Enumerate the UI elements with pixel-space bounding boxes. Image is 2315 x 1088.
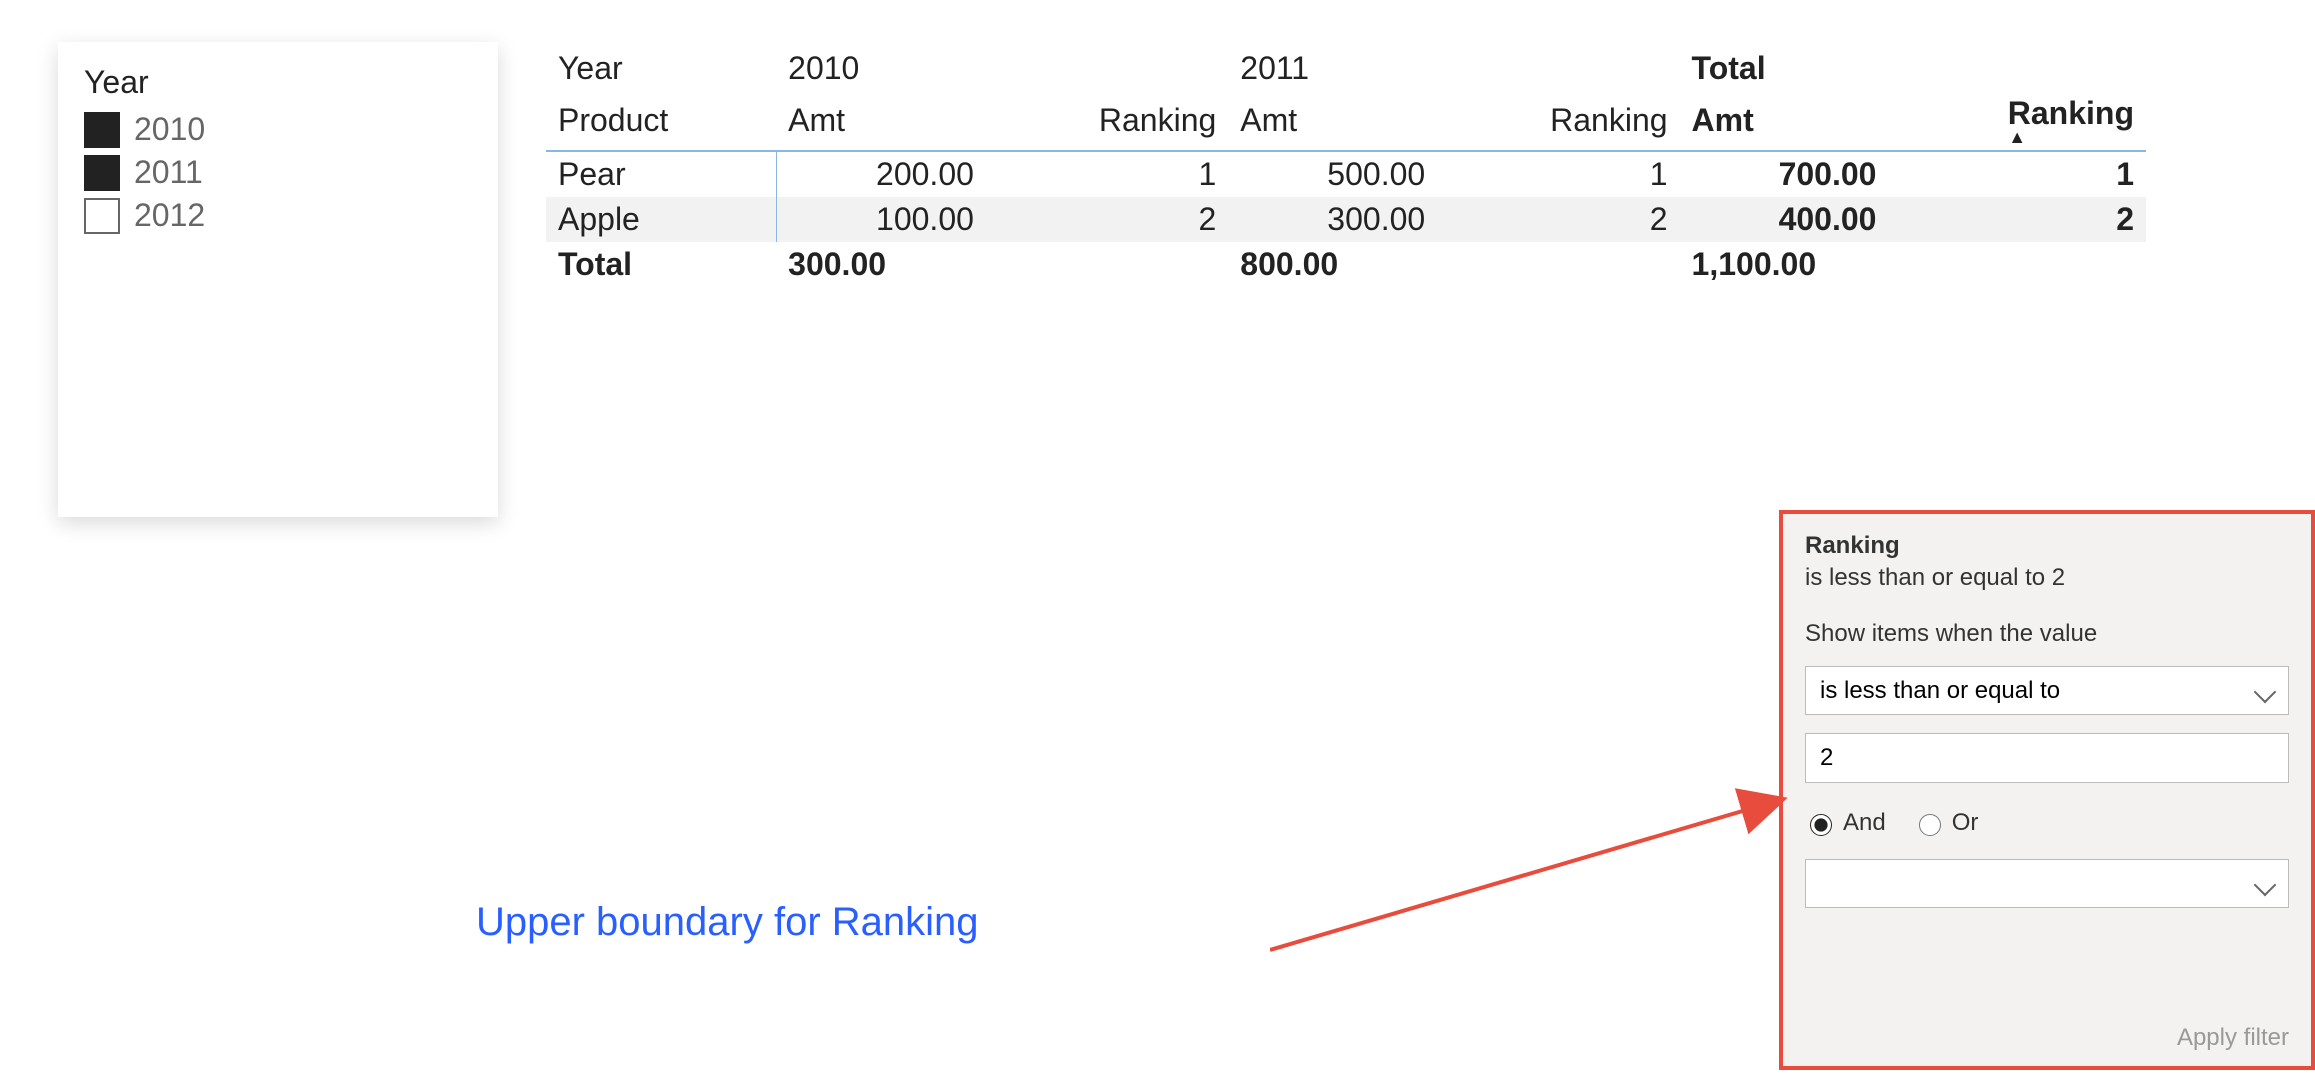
table-row[interactable]: Pear 200.00 1 500.00 1 700.00 1 bbox=[546, 151, 2146, 197]
cell-ranking: 1 bbox=[1437, 151, 1679, 197]
matrix-visual[interactable]: Year 2010 2011 Total Product Amt Ranking… bbox=[546, 46, 2146, 287]
slicer-item-2011[interactable]: 2011 bbox=[84, 154, 472, 191]
filter-logic-or[interactable]: Or bbox=[1914, 809, 1979, 837]
sort-ascending-icon: ▲ bbox=[1900, 132, 2134, 146]
header-year-label: Year bbox=[546, 46, 776, 91]
cell-amt-total: 400.00 bbox=[1680, 197, 1889, 242]
filter-title: Ranking bbox=[1805, 532, 2289, 560]
cell-ranking-total: 2 bbox=[1888, 197, 2146, 242]
filter-summary: is less than or equal to 2 bbox=[1805, 564, 2289, 592]
cell-amt: 800.00 bbox=[1228, 242, 1679, 287]
checkbox-icon bbox=[84, 198, 120, 234]
table-total-row: Total 300.00 800.00 1,100.00 bbox=[546, 242, 2146, 287]
apply-filter-button[interactable]: Apply filter bbox=[2177, 1024, 2289, 1052]
filter-card-ranking: Ranking is less than or equal to 2 Show … bbox=[1779, 510, 2315, 1070]
filter-logic-group: And Or bbox=[1805, 809, 2289, 837]
cell-amt: 500.00 bbox=[1228, 151, 1437, 197]
cell-ranking: 2 bbox=[1437, 197, 1679, 242]
cell-amt-total: 1,100.00 bbox=[1680, 242, 2146, 287]
header-group-2010: 2010 bbox=[776, 46, 1228, 91]
header-group-total: Total bbox=[1680, 46, 2146, 91]
cell-amt-total: 700.00 bbox=[1680, 151, 1889, 197]
filter-logic-and[interactable]: And bbox=[1805, 809, 1886, 837]
cell-total-label: Total bbox=[546, 242, 776, 287]
radio-or-label: Or bbox=[1952, 809, 1979, 837]
header-group-2011: 2011 bbox=[1228, 46, 1679, 91]
cell-amt: 200.00 bbox=[776, 151, 986, 197]
header-ranking-2010[interactable]: Ranking bbox=[986, 91, 1228, 151]
checkbox-icon bbox=[84, 112, 120, 148]
cell-amt: 300.00 bbox=[1228, 197, 1437, 242]
annotation-arrow-icon bbox=[1270, 780, 1830, 1000]
cell-product: Pear bbox=[546, 151, 776, 197]
header-ranking-2011[interactable]: Ranking bbox=[1437, 91, 1679, 151]
cell-amt: 300.00 bbox=[776, 242, 1228, 287]
header-ranking-total-label: Ranking bbox=[2008, 95, 2134, 131]
header-amt-total[interactable]: Amt bbox=[1680, 91, 1889, 151]
slicer-title: Year bbox=[84, 64, 472, 101]
header-ranking-total[interactable]: Ranking ▲ bbox=[1888, 91, 2146, 151]
filter-prompt: Show items when the value bbox=[1805, 620, 2289, 648]
header-product-label: Product bbox=[546, 91, 776, 151]
cell-product: Apple bbox=[546, 197, 776, 242]
filter-condition-1-select[interactable]: is less than or equal to bbox=[1805, 666, 2289, 715]
radio-and-label: And bbox=[1843, 809, 1886, 837]
annotation-label: Upper boundary for Ranking bbox=[476, 900, 979, 945]
cell-amt: 100.00 bbox=[776, 197, 986, 242]
filter-condition-2-select[interactable] bbox=[1805, 859, 2289, 908]
year-slicer: Year 2010 2011 2012 bbox=[58, 42, 498, 517]
cell-ranking: 1 bbox=[986, 151, 1228, 197]
radio-or[interactable] bbox=[1919, 814, 1941, 836]
header-amt-2011[interactable]: Amt bbox=[1228, 91, 1437, 151]
header-amt-2010[interactable]: Amt bbox=[776, 91, 986, 151]
table-row[interactable]: Apple 100.00 2 300.00 2 400.00 2 bbox=[546, 197, 2146, 242]
slicer-item-label: 2010 bbox=[134, 111, 205, 148]
slicer-item-label: 2012 bbox=[134, 197, 205, 234]
slicer-item-label: 2011 bbox=[134, 154, 203, 191]
filter-value-1-input[interactable] bbox=[1805, 733, 2289, 783]
cell-ranking: 2 bbox=[986, 197, 1228, 242]
radio-and[interactable] bbox=[1810, 814, 1832, 836]
checkbox-icon bbox=[84, 155, 120, 191]
cell-ranking-total: 1 bbox=[1888, 151, 2146, 197]
slicer-item-2010[interactable]: 2010 bbox=[84, 111, 472, 148]
slicer-item-2012[interactable]: 2012 bbox=[84, 197, 472, 234]
